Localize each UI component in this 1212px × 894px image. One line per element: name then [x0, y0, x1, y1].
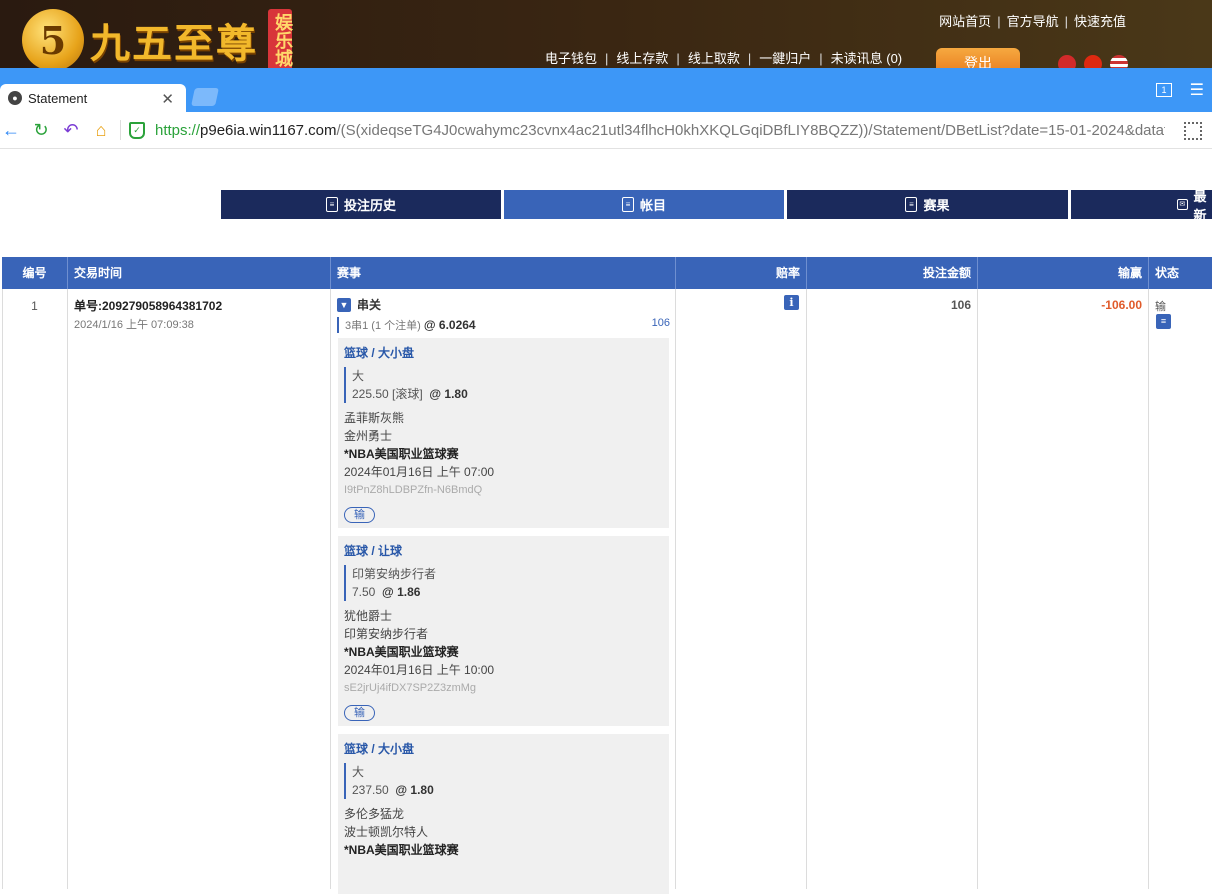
site-logo[interactable]: 5 九五至尊 娱乐城: [22, 9, 293, 70]
leg-result-badge: 输: [344, 705, 375, 721]
mail-icon: ✉: [1177, 199, 1188, 210]
leg-away-team: 金州勇士: [344, 429, 393, 443]
link-withdraw[interactable]: 线上取款: [688, 51, 740, 66]
row-number: 1: [31, 299, 38, 313]
leg-reference: I9tPnZ8hLDBPZfn-N6BmdQ: [344, 484, 483, 496]
leg-league: *NBA美国职业篮球赛: [344, 843, 459, 857]
back-icon[interactable]: ←: [0, 120, 22, 141]
receipt-icon[interactable]: ≡: [1156, 314, 1171, 329]
leg-line: 237.50: [352, 783, 389, 797]
table-row: 1 单号:209279058964381702 2024/1/16 上午 07:…: [2, 289, 1212, 894]
parlay-odds: @ 6.0264: [423, 318, 476, 332]
tab-latest[interactable]: ✉ 最新: [1071, 189, 1212, 223]
new-tab-button[interactable]: [191, 88, 219, 106]
address-bar: ← ↻ ↶ ⌂ ✓ https://p9e6ia.win1167.com/(S(…: [0, 112, 1212, 149]
leg-reference: sE2jrUj4ifDX7SP2Z3zmMg: [344, 682, 477, 694]
parlay-type: 3串1 (1 个注单): [345, 320, 421, 332]
col-time: 交易时间: [68, 257, 331, 289]
leg-home-team: 犹他爵士: [344, 609, 393, 623]
tab-results[interactable]: ≡ 赛果: [787, 190, 1068, 219]
leg-odds: @ 1.86: [382, 585, 421, 599]
parlay-label: 串关: [357, 298, 382, 312]
tab-close-icon[interactable]: ✕: [161, 90, 174, 108]
chevron-down-icon[interactable]: ▼: [337, 297, 351, 312]
account-nav: 电子钱包 | 线上存款 | 线上取款 | 一鍵归户 | 未读讯息 (0): [545, 51, 903, 66]
statement-table: 编号 交易时间 赛事 赔率 投注金额 输赢 状态 1 单号:2092790589…: [2, 257, 1212, 894]
col-no: 编号: [2, 257, 68, 289]
leg-market: 篮球 / 让球: [344, 544, 403, 558]
top-links: 网站首页 | 官方导航 | 快速充值: [939, 14, 1126, 29]
logo-mark: 5: [22, 9, 84, 70]
logo-text: 九五至尊: [90, 20, 258, 67]
home-icon[interactable]: ⌂: [90, 120, 112, 141]
leg-market: 篮球 / 大小盘: [344, 346, 415, 360]
col-odds: 赔率: [676, 257, 807, 289]
leg-selection: 大: [352, 765, 365, 779]
qr-code-icon[interactable]: [1184, 122, 1202, 140]
parlay-amount: 106: [651, 317, 670, 329]
leg-odds: @ 1.80: [395, 783, 434, 797]
link-nav[interactable]: 官方导航: [1007, 14, 1059, 29]
leg-home-team: 孟菲斯灰熊: [344, 411, 405, 425]
parlay-leg: 篮球 / 大小盘 大 237.50 @ 1.80 多伦多猛龙 波士顿凯尔特人 *…: [338, 734, 669, 894]
parlay-leg: 篮球 / 大小盘 大 225.50 [滚球] @ 1.80 孟菲斯灰熊 金州勇士…: [338, 338, 669, 528]
favicon-icon: ●: [8, 91, 22, 105]
leg-market: 篮球 / 大小盘: [344, 742, 415, 756]
leg-bet: 大 237.50 @ 1.80: [344, 763, 663, 799]
history-icon: ≡: [325, 197, 338, 212]
link-home[interactable]: 网站首页: [939, 14, 991, 29]
col-status: 状态: [1155, 266, 1180, 280]
winloss-amount: -106.00: [1101, 298, 1142, 312]
url-field[interactable]: https://p9e6ia.win1167.com/(S(xideqseTG4…: [155, 122, 1165, 139]
leg-league: *NBA美国职业篮球赛: [344, 645, 459, 659]
menu-icon[interactable]: ☰: [1190, 80, 1204, 100]
logo-badge: 娱乐城: [268, 9, 293, 70]
parlay-summary: 3串1 (1 个注单) @ 6.0264 106: [337, 317, 670, 333]
col-stake: 投注金额: [807, 257, 978, 289]
leg-result-badge: 输: [344, 507, 375, 523]
link-recharge[interactable]: 快速充值: [1074, 14, 1126, 29]
leg-line: 7.50: [352, 585, 376, 599]
leg-away-team: 印第安纳步行者: [344, 627, 429, 641]
leg-odds: @ 1.80: [429, 387, 468, 401]
table-header: 编号 交易时间 赛事 赔率 投注金额 输赢 状态: [2, 257, 1212, 289]
tab-statement[interactable]: ≡ 帐目: [504, 190, 784, 219]
ledger-icon: ≡: [621, 197, 634, 212]
link-consolidate[interactable]: 一鍵归户: [759, 51, 811, 66]
leg-selection: 印第安纳步行者: [352, 567, 437, 581]
transaction-time: 2024/1/16 上午 07:09:38: [74, 319, 194, 331]
results-icon: ≡: [905, 197, 918, 212]
undo-icon[interactable]: ↶: [60, 120, 82, 141]
site-header: 5 九五至尊 娱乐城 网站首页 | 官方导航 | 快速充值 电子钱包 | 线上存款 | 线上取款…: [0, 0, 1212, 70]
link-deposit[interactable]: 线上存款: [616, 51, 668, 66]
link-messages[interactable]: 未读讯息 (0): [831, 51, 903, 66]
leg-bet: 大 225.50 [滚球] @ 1.80: [344, 367, 663, 403]
browser-tab-bar: ● Statement ✕ 1 ☰: [0, 68, 1212, 112]
leg-datetime: 2024年01月16日 上午 10:00: [344, 663, 495, 677]
link-wallet[interactable]: 电子钱包: [545, 51, 597, 66]
parlay-header[interactable]: ▼ 串关: [337, 296, 381, 313]
tab-bet-history[interactable]: ≡ 投注历史: [221, 190, 501, 219]
secure-shield-icon[interactable]: ✓: [129, 121, 145, 139]
ticket-number: 单号:209279058964381702: [74, 299, 223, 313]
window-count-badge[interactable]: 1: [1156, 83, 1172, 97]
leg-away-team: 波士顿凯尔特人: [344, 825, 429, 839]
parlay-leg: 篮球 / 让球 印第安纳步行者 7.50 @ 1.86 犹他爵士 印第安纳步行者…: [338, 536, 669, 726]
refresh-icon[interactable]: ↻: [30, 120, 52, 141]
browser-tab-statement[interactable]: ● Statement ✕: [0, 84, 186, 112]
logout-button[interactable]: 登出: [936, 48, 1020, 70]
leg-line: 225.50 [滚球]: [352, 387, 423, 401]
leg-league: *NBA美国职业篮球赛: [344, 447, 459, 461]
tab-title: Statement: [28, 90, 88, 106]
leg-bet: 印第安纳步行者 7.50 @ 1.86: [344, 565, 663, 601]
leg-datetime: 2024年01月16日 上午 07:00: [344, 465, 495, 479]
info-icon[interactable]: i: [784, 295, 799, 310]
col-winloss: 输赢: [978, 257, 1149, 289]
stake-amount: 106: [950, 298, 971, 312]
status-text: 输: [1155, 301, 1166, 313]
leg-home-team: 多伦多猛龙: [344, 807, 405, 821]
col-event: 赛事: [331, 257, 676, 289]
leg-selection: 大: [352, 369, 365, 383]
